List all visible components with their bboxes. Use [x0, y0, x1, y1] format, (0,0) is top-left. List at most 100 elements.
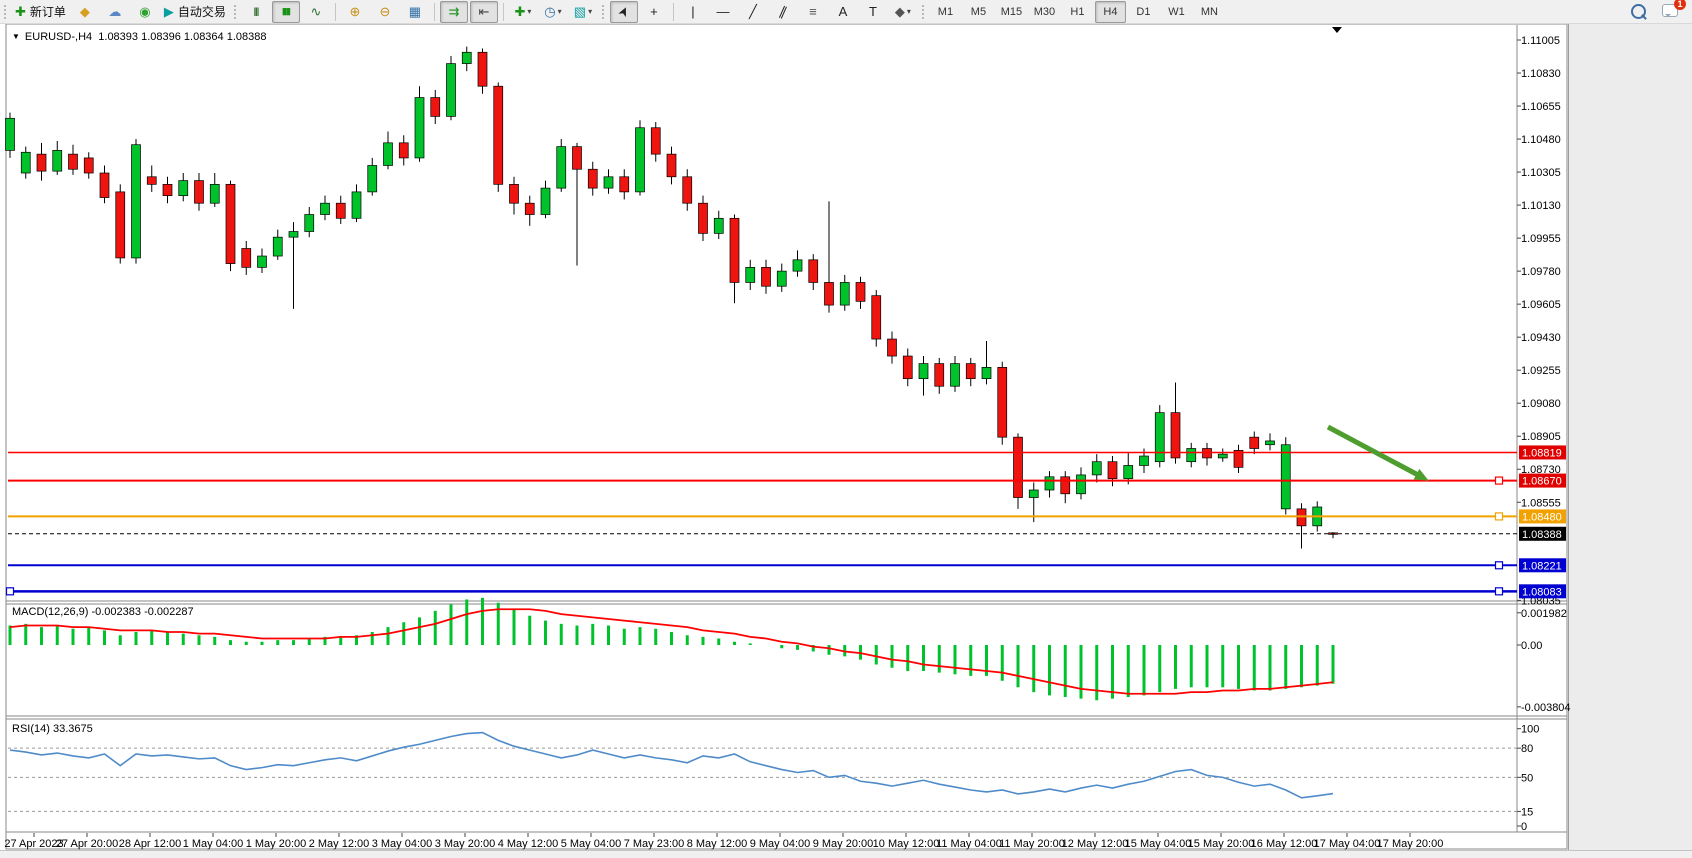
- candle: [919, 364, 928, 379]
- chevron-down-icon[interactable]: ▾: [558, 7, 562, 16]
- tile-windows-button[interactable]: ▦: [401, 1, 429, 23]
- candle: [1266, 441, 1275, 445]
- notification-badge: 1: [1674, 0, 1686, 10]
- cursor-button[interactable]: ➤: [610, 1, 638, 23]
- periods-button[interactable]: ◷▾: [539, 1, 567, 23]
- symbol-ohlc-text: EURUSD-,H4 1.08393 1.08396 1.08364 1.083…: [25, 31, 267, 43]
- timeframe-button-d1[interactable]: D1: [1128, 1, 1159, 23]
- symbol-ohlc-line[interactable]: ▼ EURUSD-,H4 1.08393 1.08396 1.08364 1.08…: [12, 31, 266, 43]
- timeframe-button-h4[interactable]: H4: [1095, 1, 1126, 23]
- price-axis-label: 1.10655: [1521, 101, 1561, 113]
- price-axis-label: 1.08555: [1521, 497, 1561, 509]
- time-axis-label: 10 May 12:00: [873, 838, 940, 850]
- crosshair-button[interactable]: +: [640, 1, 668, 23]
- arrows-button[interactable]: ◆▾: [889, 1, 917, 23]
- timeframe-button-h1[interactable]: H1: [1062, 1, 1093, 23]
- toolbar-drag-handle[interactable]: [3, 4, 8, 20]
- macd-axis-label: 0.001982: [1521, 608, 1567, 620]
- new-order-icon: ✚: [15, 5, 26, 18]
- toolbar-drag-handle[interactable]: [233, 4, 238, 20]
- timeframe-button-m15[interactable]: M15: [996, 1, 1027, 23]
- candle: [384, 143, 393, 166]
- autotrading-button[interactable]: ▶自动交易: [161, 1, 229, 23]
- toolbar-drag-handle[interactable]: [921, 4, 926, 20]
- label-button[interactable]: T: [859, 1, 887, 23]
- toolbar-drag-handle[interactable]: [601, 4, 606, 20]
- candle: [777, 271, 786, 286]
- line-handle[interactable]: [1496, 477, 1503, 484]
- new-order-button-label: 新订单: [30, 3, 66, 20]
- time-axis-label: 7 May 23:00: [624, 838, 685, 850]
- time-axis-label: 17 May 04:00: [1314, 838, 1381, 850]
- new-order-button[interactable]: ✚ 新订单: [12, 1, 69, 23]
- candle: [21, 152, 30, 173]
- line-chart-button[interactable]: ∿: [302, 1, 330, 23]
- candle: [179, 181, 188, 196]
- line-handle[interactable]: [1496, 588, 1503, 595]
- text-button[interactable]: A: [829, 1, 857, 23]
- chart-shift-button[interactable]: ⇤: [470, 1, 498, 23]
- styler-button[interactable]: ◆: [71, 1, 99, 23]
- search-icon[interactable]: [1631, 4, 1646, 19]
- candle: [541, 188, 550, 214]
- candle: [37, 154, 46, 171]
- publish-button[interactable]: ☁: [101, 1, 129, 23]
- hline-button[interactable]: —: [709, 1, 737, 23]
- candle: [935, 364, 944, 387]
- candle: [494, 86, 503, 184]
- candle: [683, 177, 692, 203]
- timeframe-button-m30[interactable]: M30: [1029, 1, 1060, 23]
- timeframe-button-mn[interactable]: MN: [1194, 1, 1225, 23]
- candle: [462, 52, 471, 63]
- price-axis-label: 1.10130: [1521, 200, 1561, 212]
- candle-chart-button[interactable]: ▮▮: [272, 1, 300, 23]
- timeframe-button-m1[interactable]: M1: [930, 1, 961, 23]
- candle: [1218, 454, 1227, 458]
- signals-button[interactable]: ◉: [131, 1, 159, 23]
- vline-button[interactable]: |: [679, 1, 707, 23]
- zoom-in-button[interactable]: ⊕: [341, 1, 369, 23]
- chevron-down-icon[interactable]: ▾: [907, 7, 911, 16]
- candle: [888, 339, 897, 356]
- price-axis-label: 1.11005: [1521, 35, 1560, 47]
- line-handle[interactable]: [1496, 513, 1503, 520]
- cursor-icon: ➤: [616, 4, 632, 19]
- trendline-button[interactable]: ╱: [739, 1, 767, 23]
- time-axis-label: 12 May 12:00: [1062, 838, 1129, 850]
- vertical-line-icon: |: [691, 5, 694, 18]
- price-axis-label: 1.10305: [1521, 167, 1561, 179]
- candle: [856, 282, 865, 301]
- candle: [730, 218, 739, 282]
- bar-chart-button[interactable]: |||: [242, 1, 270, 23]
- candle: [699, 203, 708, 233]
- chart-canvas[interactable]: 1.110051.108301.106551.104801.103051.101…: [0, 0, 1692, 857]
- auto-scroll-button[interactable]: ⇉: [440, 1, 468, 23]
- chevron-down-icon[interactable]: ▾: [588, 7, 592, 16]
- candle: [1014, 437, 1023, 497]
- timeframe-button-m5[interactable]: M5: [963, 1, 994, 23]
- indicators-button[interactable]: ✚▾: [509, 1, 537, 23]
- line-handle[interactable]: [1496, 562, 1503, 569]
- templates-button[interactable]: ▧▾: [569, 1, 597, 23]
- channel-button[interactable]: ∥: [769, 1, 797, 23]
- price-axis-label: 1.09430: [1521, 332, 1561, 344]
- notifications-button[interactable]: 1: [1662, 4, 1678, 20]
- timeframe-button-w1[interactable]: W1: [1161, 1, 1192, 23]
- rsi-indicator-label: RSI(14) 33.3675: [12, 723, 93, 735]
- line-handle[interactable]: [7, 588, 14, 595]
- candle: [100, 173, 109, 198]
- trendline-icon: ╱: [749, 5, 757, 18]
- time-axis-label: 2 May 12:00: [309, 838, 370, 850]
- time-axis-label: 28 Apr 12:00: [119, 838, 181, 850]
- time-axis-label: 1 May 04:00: [183, 838, 244, 850]
- chevron-down-icon[interactable]: ▾: [527, 7, 531, 16]
- fibo-button[interactable]: ≡: [799, 1, 827, 23]
- toolbar-separator: [335, 3, 336, 21]
- candle: [714, 218, 723, 233]
- candlestick-icon: ▮▮: [282, 7, 290, 16]
- candle: [415, 98, 424, 158]
- zoom-out-button[interactable]: ⊖: [371, 1, 399, 23]
- candle: [1187, 448, 1196, 461]
- time-axis-label: 9 May 04:00: [750, 838, 811, 850]
- chart-menu-caret-icon[interactable]: ▼: [12, 32, 20, 41]
